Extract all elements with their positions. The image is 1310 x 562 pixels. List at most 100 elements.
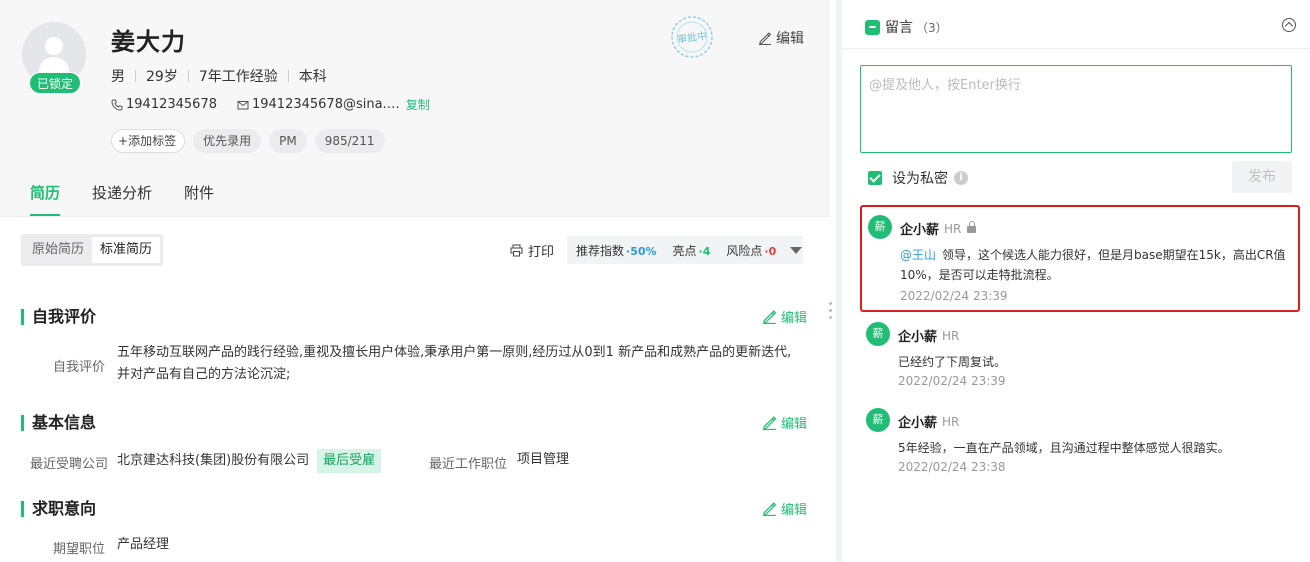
edit-label: 编辑 (781, 311, 808, 326)
recommend-label: 推荐指数 (576, 243, 625, 258)
resume-panel: 已锁定 姜大力 男 29岁 7年工作经验 本科 19412345678 1941… (0, 0, 830, 562)
edit-icon (763, 310, 777, 324)
commenter: 企小薪 HR (900, 219, 977, 238)
copy-email-button[interactable]: 复制 (406, 96, 430, 113)
comment-item: 薪 企小薪 HR 5年经验，一直在产品领域，且沟通过程中整体感觉人很踏实。 20… (860, 400, 1300, 480)
resume-content: 原始简历 标准简历 打印 推荐指数 ·50% 亮点 ·4 风险点 ·0 自我评价 编辑… (0, 216, 830, 562)
commenter-role: HR (942, 328, 960, 343)
comment-item: 薪 企小薪 HR @王山 领导，这个候选人能力很好，但是月base期望在15k，高… (860, 205, 1300, 312)
candidate-tags: +添加标签 优先录用 PM 985/211 (111, 129, 385, 153)
recent-company: 北京建达科技(集团)股份有限公司 最后受雇 (117, 449, 382, 473)
edit-profile-button[interactable]: 编辑 (758, 28, 804, 48)
comment-time: 2022/02/24 23:39 (898, 374, 1006, 388)
private-checkbox[interactable] (868, 171, 882, 185)
view-original-resume[interactable]: 原始简历 (24, 237, 92, 263)
tab-attachments[interactable]: 附件 (168, 170, 230, 216)
commenter-role: HR (942, 414, 960, 429)
commenter-name: 企小薪 (898, 416, 938, 431)
resume-view-switch: 原始简历 标准简历 (21, 234, 164, 266)
expected-position: 产品经理 (117, 537, 170, 552)
info-icon[interactable]: i (954, 171, 968, 185)
tag-chip[interactable]: 优先录用 (193, 129, 262, 153)
tag-chip[interactable]: PM (269, 129, 307, 153)
edit-icon (759, 32, 772, 45)
recommend-index: 推荐指数 ·50% (576, 242, 657, 259)
candidate-age: 29岁 (146, 69, 178, 85)
self-eval-label: 自我评价 (53, 360, 106, 375)
highlight-label: 亮点 (672, 243, 697, 258)
comments-header: 留言 （3） (865, 17, 948, 37)
edit-self-eval-button[interactable]: 编辑 (762, 307, 807, 326)
resume-tabs: 简历 投递分析 附件 (0, 170, 830, 216)
commenter-avatar: 薪 (868, 215, 892, 239)
commenter-name: 企小薪 (898, 330, 938, 345)
highlight-value: ·4 (698, 244, 711, 258)
comment-body: 5年经验，一直在产品领域，且沟通过程中整体感觉人很踏实。 (898, 441, 1230, 455)
section-title-job-intent: 求职意向 (21, 501, 96, 517)
candidate-education: 本科 (298, 69, 327, 85)
caret-down-icon[interactable] (790, 246, 803, 254)
candidate-contact: 19412345678 19412345678@sina.… 复制 (111, 96, 430, 113)
tag-chip[interactable]: 985/211 (314, 129, 385, 153)
panel-resize-handle[interactable] (829, 302, 835, 323)
edit-label: 编辑 (781, 503, 808, 518)
commenter-role: HR (944, 221, 962, 236)
comment-time: 2022/02/24 23:38 (898, 460, 1006, 474)
section-title-self-eval: 自我评价 (21, 309, 96, 325)
candidate-email-wrap: 19412345678@sina.… 复制 (237, 96, 430, 113)
tab-application-analysis[interactable]: 投递分析 (76, 170, 168, 216)
candidate-profile-header: 已锁定 姜大力 男 29岁 7年工作经验 本科 19412345678 1941… (0, 0, 830, 216)
add-tag-button[interactable]: +添加标签 (111, 129, 186, 153)
mention-link[interactable]: @王山 (900, 248, 936, 262)
mail-icon (237, 100, 249, 109)
recent-company-name: 北京建达科技(集团)股份有限公司 (117, 453, 310, 468)
recent-position-label: 最近工作职位 (429, 457, 508, 472)
commenter-avatar: 薪 (866, 322, 890, 346)
comment-item: 薪 企小薪 HR 已经约了下周复试。 2022/02/24 23:39 (860, 314, 1300, 394)
add-tag-label: 添加标签 (128, 134, 177, 148)
section-title-basic-info: 基本信息 (21, 415, 96, 431)
recommend-value: ·50% (626, 244, 657, 258)
resume-score-bar[interactable]: 推荐指数 ·50% 亮点 ·4 风险点 ·0 (567, 236, 803, 264)
print-label: 打印 (528, 245, 555, 260)
collapse-panel-icon[interactable] (1282, 18, 1296, 32)
tab-resume[interactable]: 简历 (14, 170, 76, 216)
comments-title: 留言 (885, 20, 913, 36)
commenter: 企小薪 HR (898, 326, 960, 346)
plus-icon: + (118, 134, 129, 148)
lock-icon (967, 221, 977, 233)
edit-label: 编辑 (781, 417, 808, 432)
recent-position: 项目管理 (517, 452, 570, 467)
commenter-name: 企小薪 (900, 223, 940, 238)
edit-job-intent-button[interactable]: 编辑 (762, 499, 807, 518)
candidate-gender: 男 (111, 69, 125, 85)
comments-panel: 留言 （3） 设为私密 i 发布 薪 企小薪 HR @王山领导，这个候选人能力很… (836, 0, 1310, 562)
candidate-phone: 19412345678 (126, 97, 217, 112)
highlights: 亮点 ·4 (673, 242, 711, 259)
print-button[interactable]: 打印 (510, 241, 554, 260)
edit-icon (763, 416, 777, 430)
edit-label: 编辑 (776, 31, 804, 47)
comment-body: 已经约了下周复试。 (898, 355, 1007, 369)
candidate-email: 19412345678@sina.… (251, 97, 400, 112)
view-standard-resume[interactable]: 标准简历 (92, 237, 161, 263)
commenter-avatar: 薪 (866, 408, 890, 432)
locked-status-badge: 已锁定 (29, 72, 81, 94)
commenter: 企小薪 HR (898, 412, 960, 432)
publish-button[interactable]: 发布 (1232, 161, 1292, 193)
self-eval-text: 五年移动互联网产品的践行经验,重视及擅长用户体验,秉承用户第一原则,经历过从0到… (117, 345, 792, 382)
recent-company-label: 最近受聘公司 (30, 457, 109, 472)
candidate-name: 姜大力 (111, 28, 186, 56)
approval-stamp: 审批中 (671, 16, 713, 58)
private-toggle[interactable]: 设为私密 i (868, 168, 968, 188)
candidate-meta: 男 29岁 7年工作经验 本科 (111, 66, 337, 86)
comment-text: @王山 领导，这个候选人能力很好，但是月base期望在15k，高出CR值10%，是… (900, 245, 1292, 285)
edit-basic-info-button[interactable]: 编辑 (762, 413, 807, 432)
candidate-experience: 7年工作经验 (198, 69, 278, 85)
printer-icon (510, 244, 523, 257)
last-employed-badge: 最后受雇 (317, 449, 382, 473)
comment-input[interactable] (860, 65, 1292, 153)
expected-position-label: 期望职位 (53, 542, 106, 557)
header-divider (842, 48, 1310, 49)
comments-count: （3） (916, 20, 948, 35)
